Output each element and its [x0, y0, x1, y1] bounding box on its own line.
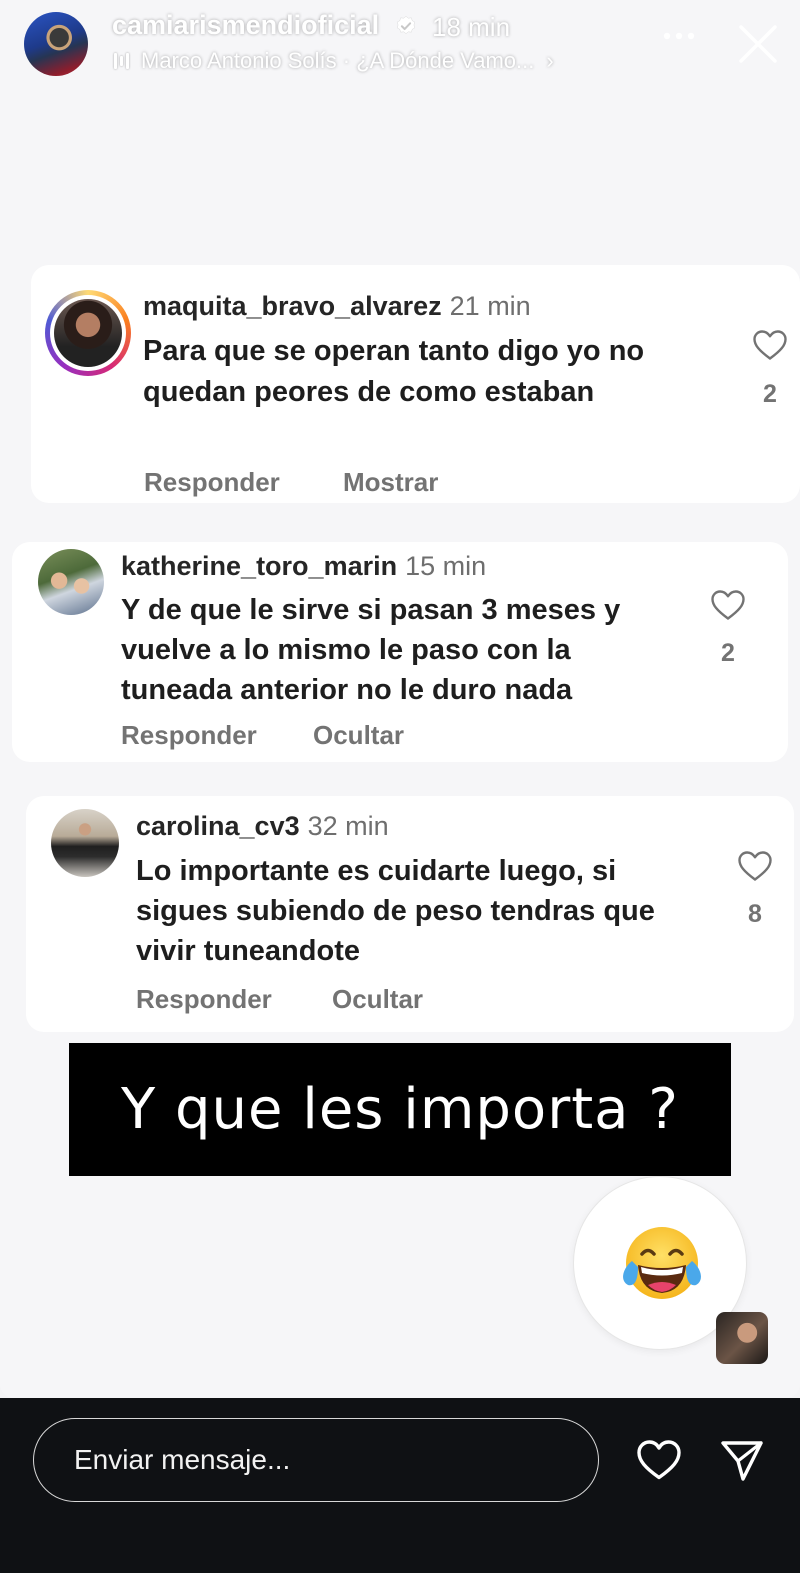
verified-badge-icon: [396, 16, 416, 34]
like-count: 2: [763, 380, 777, 408]
reply-button[interactable]: Responder: [144, 467, 280, 498]
show-replies-button[interactable]: Mostrar: [343, 467, 438, 498]
music-attribution[interactable]: Marco Antonio Solís · ¿A Dónde Vamo... ›: [114, 46, 554, 76]
message-placeholder: Enviar mensaje...: [74, 1444, 291, 1475]
comment-time: 21 min: [449, 291, 531, 321]
send-message-input[interactable]: Enviar mensaje...: [33, 1418, 599, 1502]
like-heart-icon[interactable]: [710, 589, 746, 621]
comment-time: 32 min: [307, 811, 389, 841]
story-username[interactable]: camiarismendioficial: [112, 10, 379, 41]
comment-username-text: maquita_bravo_alvarez: [143, 291, 442, 321]
reply-button[interactable]: Responder: [121, 720, 257, 751]
like-heart-icon[interactable]: [752, 329, 788, 361]
comment-time: 15 min: [405, 551, 487, 581]
comment-card: katherine_toro_marin 15 min Y de que le s…: [12, 542, 788, 762]
chevron-right-icon: ›: [546, 48, 554, 73]
reply-button[interactable]: Responder: [136, 984, 272, 1015]
comment-username[interactable]: katherine_toro_marin 15 min: [121, 551, 486, 582]
commenter-avatar[interactable]: [38, 549, 104, 615]
profile-avatar[interactable]: [24, 12, 88, 76]
comment-text: Para que se operan tanto digo yo no qued…: [143, 335, 645, 408]
commenter-avatar[interactable]: [51, 809, 119, 877]
music-title: Marco Antonio Solís · ¿A Dónde Vamo...: [141, 48, 535, 73]
banner-text: Y que les importa ?: [120, 1077, 680, 1142]
commenter-avatar[interactable]: [45, 290, 131, 376]
comment-card: maquita_bravo_alvarez 21 min Para que se …: [31, 265, 800, 503]
hide-replies-button[interactable]: Ocultar: [313, 720, 404, 751]
tears-of-joy-emoji-icon: [623, 1227, 701, 1299]
comment-text: Y de que le sirve si pasan 3 meses y vue…: [121, 594, 621, 706]
comment-username-text: carolina_cv3: [136, 811, 300, 841]
story-text-banner: Y que les importa ?: [69, 1043, 731, 1176]
comment-card: carolina_cv3 32 min Lo importante es cuid…: [26, 796, 794, 1032]
story-time: 18 min: [432, 12, 511, 42]
comment-username-text: katherine_toro_marin: [121, 551, 398, 581]
like-count: 2: [721, 639, 735, 667]
reply-author-avatar[interactable]: [716, 1312, 768, 1364]
close-icon[interactable]: [738, 24, 778, 64]
story-content: camiarismendioficial 18 min Marco Antoni…: [0, 0, 800, 1398]
like-story-heart-icon[interactable]: [636, 1439, 682, 1481]
more-icon[interactable]: [662, 30, 696, 42]
comment-text: Lo importante es cuidarte luego, si sigu…: [136, 855, 655, 967]
hide-replies-button[interactable]: Ocultar: [332, 984, 423, 1015]
like-heart-icon[interactable]: [737, 850, 773, 882]
like-count: 8: [748, 900, 762, 928]
message-bar: Enviar mensaje...: [0, 1398, 800, 1573]
send-icon[interactable]: [719, 1438, 765, 1484]
music-bars-icon: [114, 52, 129, 70]
comment-username[interactable]: carolina_cv3 32 min: [136, 811, 389, 842]
comment-username[interactable]: maquita_bravo_alvarez 21 min: [143, 291, 531, 322]
